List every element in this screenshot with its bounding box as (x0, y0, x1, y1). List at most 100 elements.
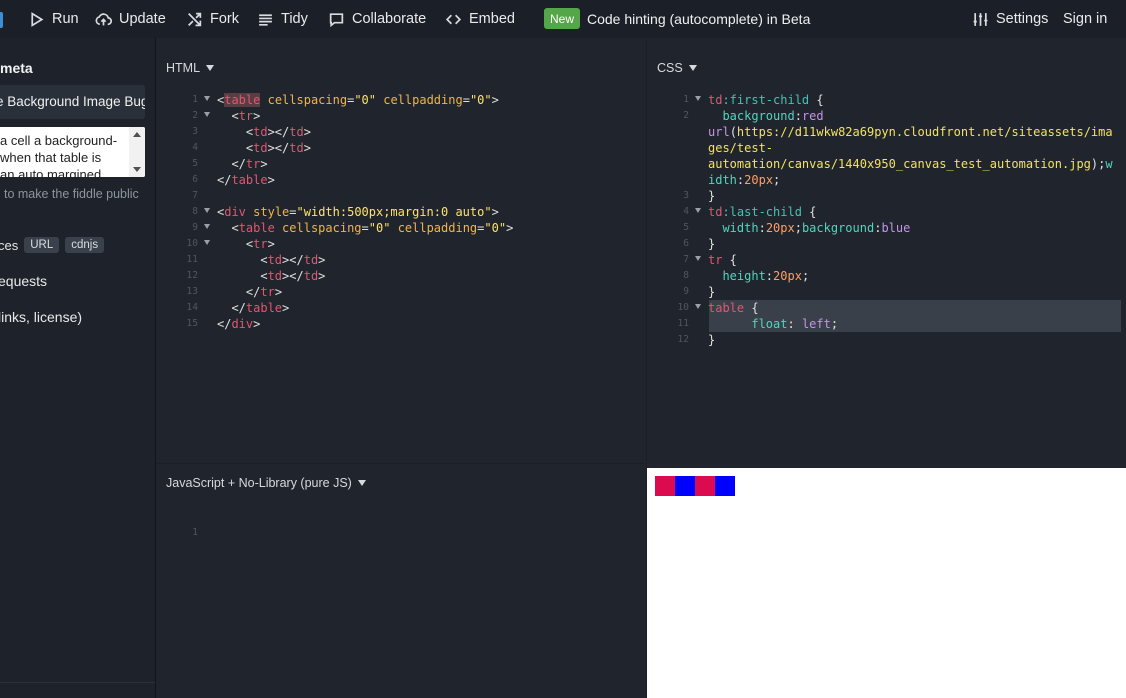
result-table-cell (655, 476, 675, 496)
update-button[interactable]: Update (95, 0, 166, 38)
embed-button[interactable]: Embed (445, 0, 515, 38)
code-text: </div> (217, 316, 260, 332)
collaborate-button[interactable]: Collaborate (328, 0, 426, 38)
collaborate-label: Collaborate (352, 11, 427, 27)
code-token: : (758, 221, 766, 235)
run-button[interactable]: Run (28, 0, 79, 38)
code-text: </table> (217, 172, 275, 188)
fiddle-title-input[interactable]: e Background Image Bug (0, 85, 145, 119)
code-token: div (231, 317, 254, 331)
top-toolbar: Run Update Fork Tidy Collaborate Embed N… (0, 0, 1126, 38)
fold-arrow-icon[interactable] (204, 240, 210, 245)
html-panel-title: HTML (166, 61, 201, 75)
code-token: } (708, 333, 716, 347)
js-panel[interactable]: JavaScript + No-Library (pure JS) 1 (156, 464, 646, 698)
code-token: tr (253, 237, 268, 251)
fold-arrow-icon[interactable] (695, 256, 701, 261)
code-token: > (274, 285, 283, 299)
code-token: </ (217, 317, 232, 331)
code-token: url (708, 125, 730, 139)
scroll-up-arrow-icon[interactable] (133, 132, 141, 137)
code-line: 1 (156, 509, 199, 538)
line-number: 15 (186, 318, 198, 329)
code-token: td (289, 141, 304, 155)
code-text: table { (708, 300, 759, 316)
code-token: td (303, 269, 319, 283)
js-panel-label[interactable]: JavaScript + No-Library (pure JS) (166, 476, 366, 490)
announcement-link[interactable]: Code hinting (autocomplete) in Beta (587, 0, 810, 38)
result-frame[interactable] (647, 468, 1126, 698)
code-text: } (708, 284, 715, 300)
code-token: "0" (469, 93, 492, 107)
fold-arrow-icon[interactable] (695, 208, 701, 213)
code-text: height:20px; (708, 268, 809, 284)
fork-button[interactable]: Fork (186, 0, 239, 38)
url-chip[interactable]: URL (24, 237, 60, 253)
code-token: div (224, 205, 246, 219)
scroll-down-arrow-icon[interactable] (133, 167, 141, 172)
line-number: 1 (192, 527, 198, 538)
code-token: td (303, 253, 319, 267)
code-token: width (708, 221, 759, 235)
code-token: table (245, 301, 283, 315)
code-token: > (506, 221, 514, 235)
fold-arrow-icon[interactable] (204, 224, 210, 229)
code-token: left (801, 317, 831, 331)
code-token: > (253, 109, 261, 123)
code-token: idth (708, 173, 737, 187)
fold-arrow-icon[interactable] (204, 112, 210, 117)
fold-arrow-icon[interactable] (204, 96, 210, 101)
resources-label: ces (0, 237, 19, 253)
line-number: 4 (683, 206, 689, 217)
fold-arrow-icon[interactable] (204, 208, 210, 213)
line-number: 5 (192, 158, 198, 169)
code-token: cellspacing (267, 93, 348, 107)
code-token: > (303, 125, 311, 139)
line-number: 5 (683, 222, 689, 233)
html-panel-label[interactable]: HTML (166, 61, 215, 75)
css-panel-label[interactable]: CSS (657, 61, 697, 75)
code-token: </ (217, 173, 232, 187)
sidebar-item-requests[interactable]: equests (0, 273, 47, 289)
code-token: = (289, 205, 297, 219)
fiddle-description-textarea[interactable]: a cell a background- when that table is … (0, 127, 145, 177)
html-panel[interactable]: HTML 1 <table cellspacing="0" cellpadding… (156, 38, 646, 463)
line-number: 4 (192, 142, 198, 153)
code-token: < (217, 125, 254, 139)
code-text: </table> (217, 300, 289, 316)
code-token: "0" (368, 221, 391, 235)
settings-button[interactable]: Settings (972, 0, 1048, 38)
line-number: 8 (683, 270, 689, 281)
logo-icon[interactable] (0, 12, 3, 28)
cdnjs-chip[interactable]: cdnjs (65, 237, 105, 253)
sidebar-item-links-license[interactable]: links, license) (0, 309, 82, 325)
run-label: Run (52, 11, 79, 27)
code-token: td (253, 141, 268, 155)
code-token: blue (881, 221, 911, 235)
line-number: 10 (186, 238, 198, 249)
code-text: <div style="width:500px;margin:0 auto"> (217, 204, 499, 220)
code-text: <tr> (217, 236, 275, 252)
code-token: </ (217, 157, 246, 171)
description-scrollbar[interactable] (129, 127, 145, 177)
js-code-editor[interactable]: 1 (156, 509, 199, 538)
code-text: automation/canvas/1440x950_canvas_test_a… (708, 156, 1113, 172)
code-token: background (708, 109, 795, 123)
code-token: ( (729, 125, 737, 139)
code-token: tr (245, 157, 261, 171)
code-text: td:last-child { (708, 204, 816, 220)
fold-arrow-icon[interactable] (695, 304, 701, 309)
code-token: td (289, 125, 304, 139)
line-number: 13 (186, 286, 198, 297)
code-token: "0" (484, 221, 507, 235)
line-number: 8 (192, 206, 198, 217)
fork-icon (188, 12, 202, 26)
sliders-icon (973, 12, 988, 26)
tidy-button[interactable]: Tidy (257, 0, 308, 38)
code-token: ></ (267, 141, 290, 155)
fiddle-meta-heading: meta (0, 60, 33, 76)
code-token: td (708, 93, 723, 107)
fold-arrow-icon[interactable] (695, 96, 701, 101)
sign-in-link[interactable]: Sign in (1063, 0, 1107, 38)
css-panel[interactable]: CSS 1 td:first-child {2 background:red url… (647, 38, 1126, 468)
